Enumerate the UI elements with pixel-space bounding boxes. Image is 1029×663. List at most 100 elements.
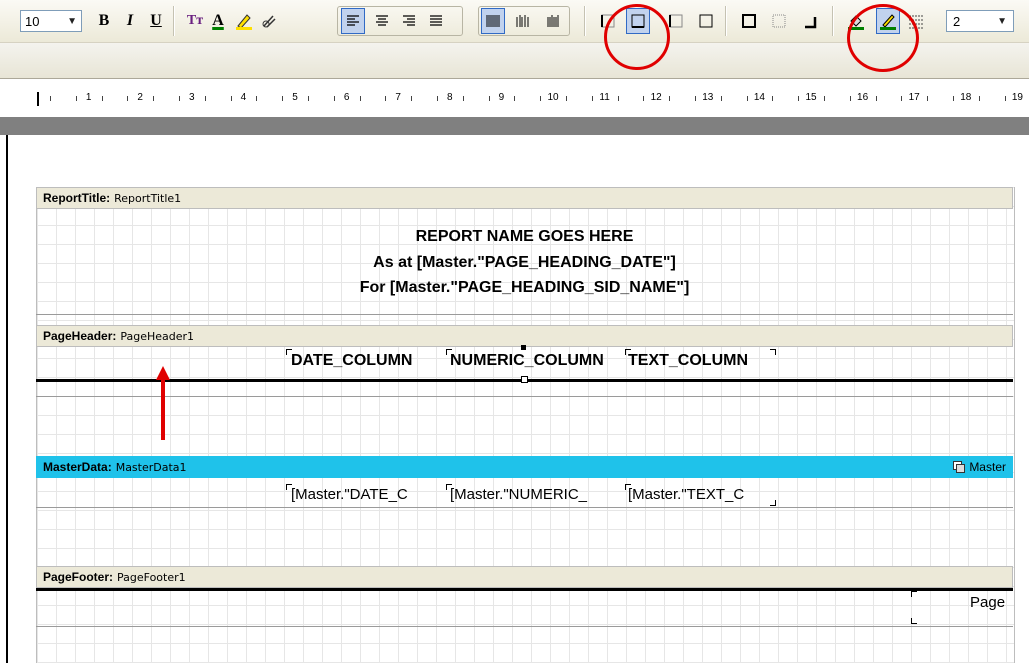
- align-center-button[interactable]: [370, 8, 394, 34]
- band-name-label: PageHeader1: [120, 329, 195, 343]
- annotation-circle: [604, 4, 670, 70]
- align-left-icon: [347, 15, 359, 26]
- chevron-down-icon: ▼: [67, 15, 77, 27]
- font-size-value: 10: [25, 13, 40, 29]
- toolbar-separator: [832, 6, 834, 36]
- frame-right-button[interactable]: [694, 8, 718, 34]
- ruler-tick: [50, 96, 51, 101]
- horizontal-ruler: 1 2 3 4 5 6 7 8 9 10 11 12 13 14 15 16 17 18 19: [0, 80, 1029, 118]
- ruler-label: 7: [395, 92, 401, 103]
- align-left-button[interactable]: [341, 8, 365, 34]
- ruler-label: 18: [960, 92, 972, 103]
- align-right-button[interactable]: [397, 8, 421, 34]
- ruler-tick: [514, 96, 515, 101]
- italic-button[interactable]: I: [118, 8, 142, 34]
- ruler-tick: [901, 96, 902, 101]
- frame-top-icon: [669, 14, 683, 28]
- ruler-label: 13: [702, 92, 714, 103]
- ruler-tick: [695, 96, 696, 101]
- report-title-line-1[interactable]: REPORT NAME GOES HERE: [36, 227, 1013, 247]
- frame-right-icon: [699, 14, 713, 28]
- column-header-numeric[interactable]: NUMERIC_COLUMN: [450, 352, 604, 370]
- cell-corner: [911, 591, 917, 597]
- ruler-label: 3: [189, 92, 195, 103]
- font-color-button[interactable]: A: [206, 8, 230, 34]
- ruler-tick: [721, 96, 722, 101]
- clear-format-button[interactable]: [257, 8, 281, 34]
- ruler-label: 12: [650, 92, 662, 103]
- ruler-tick: [411, 96, 412, 101]
- frame-none-button[interactable]: [767, 8, 791, 34]
- toolbar-separator: [584, 6, 586, 36]
- barcode-1-button[interactable]: [481, 8, 505, 34]
- band-type-label: ReportTitle:: [43, 191, 111, 205]
- ruler-label: 8: [447, 92, 453, 103]
- band-name-label: MasterData1: [115, 460, 187, 474]
- band-type-label: PageFooter:: [43, 570, 114, 584]
- page-header-band-header[interactable]: PageHeader: PageHeader1: [36, 325, 1013, 347]
- footer-page-text[interactable]: Page: [970, 594, 1005, 611]
- ruler-tick: [566, 96, 567, 101]
- frame-none-icon: [772, 14, 786, 28]
- ruler-label: 17: [908, 92, 920, 103]
- ruler-tick: [643, 96, 644, 101]
- band-name-label: ReportTitle1: [114, 191, 182, 205]
- page-footer-band-body[interactable]: [36, 591, 1013, 627]
- master-data-band-header[interactable]: MasterData: MasterData1 Master: [36, 456, 1013, 478]
- cell-corner: [625, 349, 631, 355]
- ruler-tick: [308, 96, 309, 101]
- designer-margin-bar: [0, 117, 1029, 135]
- band-type-label: MasterData:: [43, 460, 112, 474]
- selection-handle[interactable]: [521, 376, 528, 383]
- cell-corner: [446, 484, 452, 490]
- align-justify-button[interactable]: [424, 8, 448, 34]
- data-field-date[interactable]: [Master."DATE_C: [291, 486, 408, 503]
- selection-handle[interactable]: [521, 345, 526, 350]
- ruler-origin-mark: [37, 92, 39, 106]
- align-center-icon: [376, 15, 388, 26]
- ruler-tick: [953, 96, 954, 101]
- ruler-tick: [127, 96, 128, 101]
- ruler-tick: [463, 96, 464, 101]
- bold-button[interactable]: B: [92, 8, 116, 34]
- ruler-tick: [772, 96, 773, 101]
- cell-corner: [770, 349, 776, 355]
- column-header-date[interactable]: DATE_COLUMN: [291, 352, 412, 370]
- ruler-tick: [153, 96, 154, 101]
- ruler-tick: [437, 96, 438, 101]
- ruler-tick: [256, 96, 257, 101]
- chevron-down-icon: ▼: [997, 15, 1007, 27]
- cell-corner: [625, 484, 631, 490]
- line-width-value: 2: [953, 13, 961, 29]
- cell-corner: [286, 484, 292, 490]
- frame-all-button[interactable]: [737, 8, 761, 34]
- report-title-band-header[interactable]: ReportTitle: ReportTitle1: [36, 187, 1013, 209]
- data-field-numeric[interactable]: [Master."NUMERIC_: [450, 486, 587, 503]
- cell-corner: [286, 349, 292, 355]
- font-style-button[interactable]: Tт: [183, 8, 207, 34]
- font-size-select[interactable]: 10 ▼: [20, 10, 82, 32]
- column-header-text[interactable]: TEXT_COLUMN: [628, 352, 748, 370]
- report-title-line-3[interactable]: For [Master."PAGE_HEADING_SID_NAME"]: [36, 278, 1013, 298]
- toolbar-separator: [173, 6, 175, 36]
- ruler-label: 2: [137, 92, 143, 103]
- report-title-line-2[interactable]: As at [Master."PAGE_HEADING_DATE"]: [36, 253, 1013, 273]
- barcode-3-button[interactable]: [541, 8, 565, 34]
- dataset-name: Master: [969, 460, 1006, 474]
- ruler-label: 11: [599, 92, 610, 103]
- dataset-indicator[interactable]: Master: [953, 460, 1006, 474]
- line-width-select[interactable]: 2 ▼: [946, 10, 1014, 32]
- ruler-tick: [927, 96, 928, 101]
- frame-shadow-button[interactable]: [797, 8, 821, 34]
- underline-button[interactable]: U: [144, 8, 168, 34]
- ruler-tick: [489, 96, 490, 101]
- barcode-icon: [547, 15, 559, 27]
- dataset-icon: [953, 461, 966, 473]
- ruler-tick: [76, 96, 77, 101]
- band-type-label: PageHeader:: [43, 329, 117, 343]
- barcode-2-button[interactable]: [511, 8, 535, 34]
- ruler-tick: [798, 96, 799, 101]
- page-footer-band-header[interactable]: PageFooter: PageFooter1: [36, 566, 1013, 588]
- highlight-button[interactable]: [232, 8, 256, 34]
- data-field-text[interactable]: [Master."TEXT_C: [628, 486, 744, 503]
